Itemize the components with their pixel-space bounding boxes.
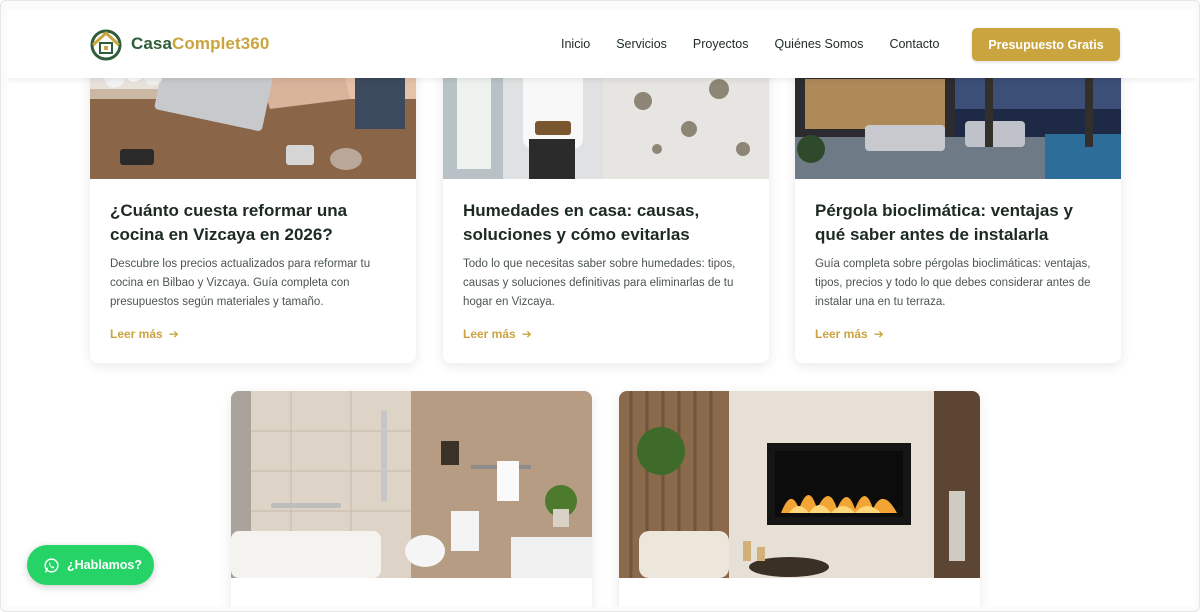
post-title[interactable]: ¿Cuánto cuesta reformar una cocina en Vi… xyxy=(110,199,400,247)
logo-text-part1: Casa xyxy=(131,34,173,53)
main-nav: Inicio Servicios Proyectos Quiénes Somos… xyxy=(561,37,965,51)
read-more-link[interactable]: Leer más ➔ xyxy=(110,327,179,341)
post-excerpt: Descubre los precios actualizados para r… xyxy=(110,258,371,308)
read-more-label: Leer más xyxy=(110,327,163,341)
arrow-right-icon: ➔ xyxy=(168,327,179,341)
nav-link-servicios[interactable]: Servicios xyxy=(616,37,667,51)
post-image-electric-fireplace[interactable] xyxy=(619,391,980,578)
post-excerpt: Todo lo que necesitas saber sobre humeda… xyxy=(463,258,736,308)
post-title[interactable]: Humedades en casa: causas, soluciones y … xyxy=(463,199,753,247)
nav-link-proyectos[interactable]: Proyectos xyxy=(693,37,749,51)
whatsapp-label: ¿Hablamos? xyxy=(67,558,143,572)
post-excerpt: Guía completa sobre pérgolas bioclimátic… xyxy=(815,258,1091,308)
logo-text: CasaComplet360 xyxy=(131,34,269,54)
site-header: CasaComplet360 Inicio Servicios Proyecto… xyxy=(7,9,1195,78)
logo-text-part2: Complet360 xyxy=(172,34,270,53)
nav-link-quienes-somos[interactable]: Quiénes Somos xyxy=(775,37,864,51)
house-logo-icon xyxy=(90,29,122,61)
blog-card[interactable] xyxy=(231,391,592,607)
read-more-label: Leer más xyxy=(815,327,868,341)
post-image-accessible-bathroom[interactable] xyxy=(231,391,592,578)
whatsapp-chat-button[interactable]: ¿Hablamos? xyxy=(27,545,154,585)
page-viewport: ¿Cuánto cuesta reformar una cocina en Vi… xyxy=(7,9,1195,607)
blog-card[interactable] xyxy=(619,391,980,607)
browser-frame: ¿Cuánto cuesta reformar una cocina en Vi… xyxy=(0,0,1200,612)
read-more-label: Leer más xyxy=(463,327,516,341)
site-logo[interactable]: CasaComplet360 xyxy=(89,27,269,61)
arrow-right-icon: ➔ xyxy=(521,327,532,341)
post-title[interactable]: Pérgola bioclimática: ventajas y qué sab… xyxy=(815,199,1105,247)
nav-link-inicio[interactable]: Inicio xyxy=(561,37,590,51)
nav-link-contacto[interactable]: Contacto xyxy=(889,37,939,51)
read-more-link[interactable]: Leer más ➔ xyxy=(815,327,884,341)
read-more-link[interactable]: Leer más ➔ xyxy=(463,327,532,341)
arrow-right-icon: ➔ xyxy=(873,327,884,341)
free-quote-button[interactable]: Presupuesto Gratis xyxy=(972,28,1120,61)
whatsapp-icon xyxy=(44,557,59,573)
